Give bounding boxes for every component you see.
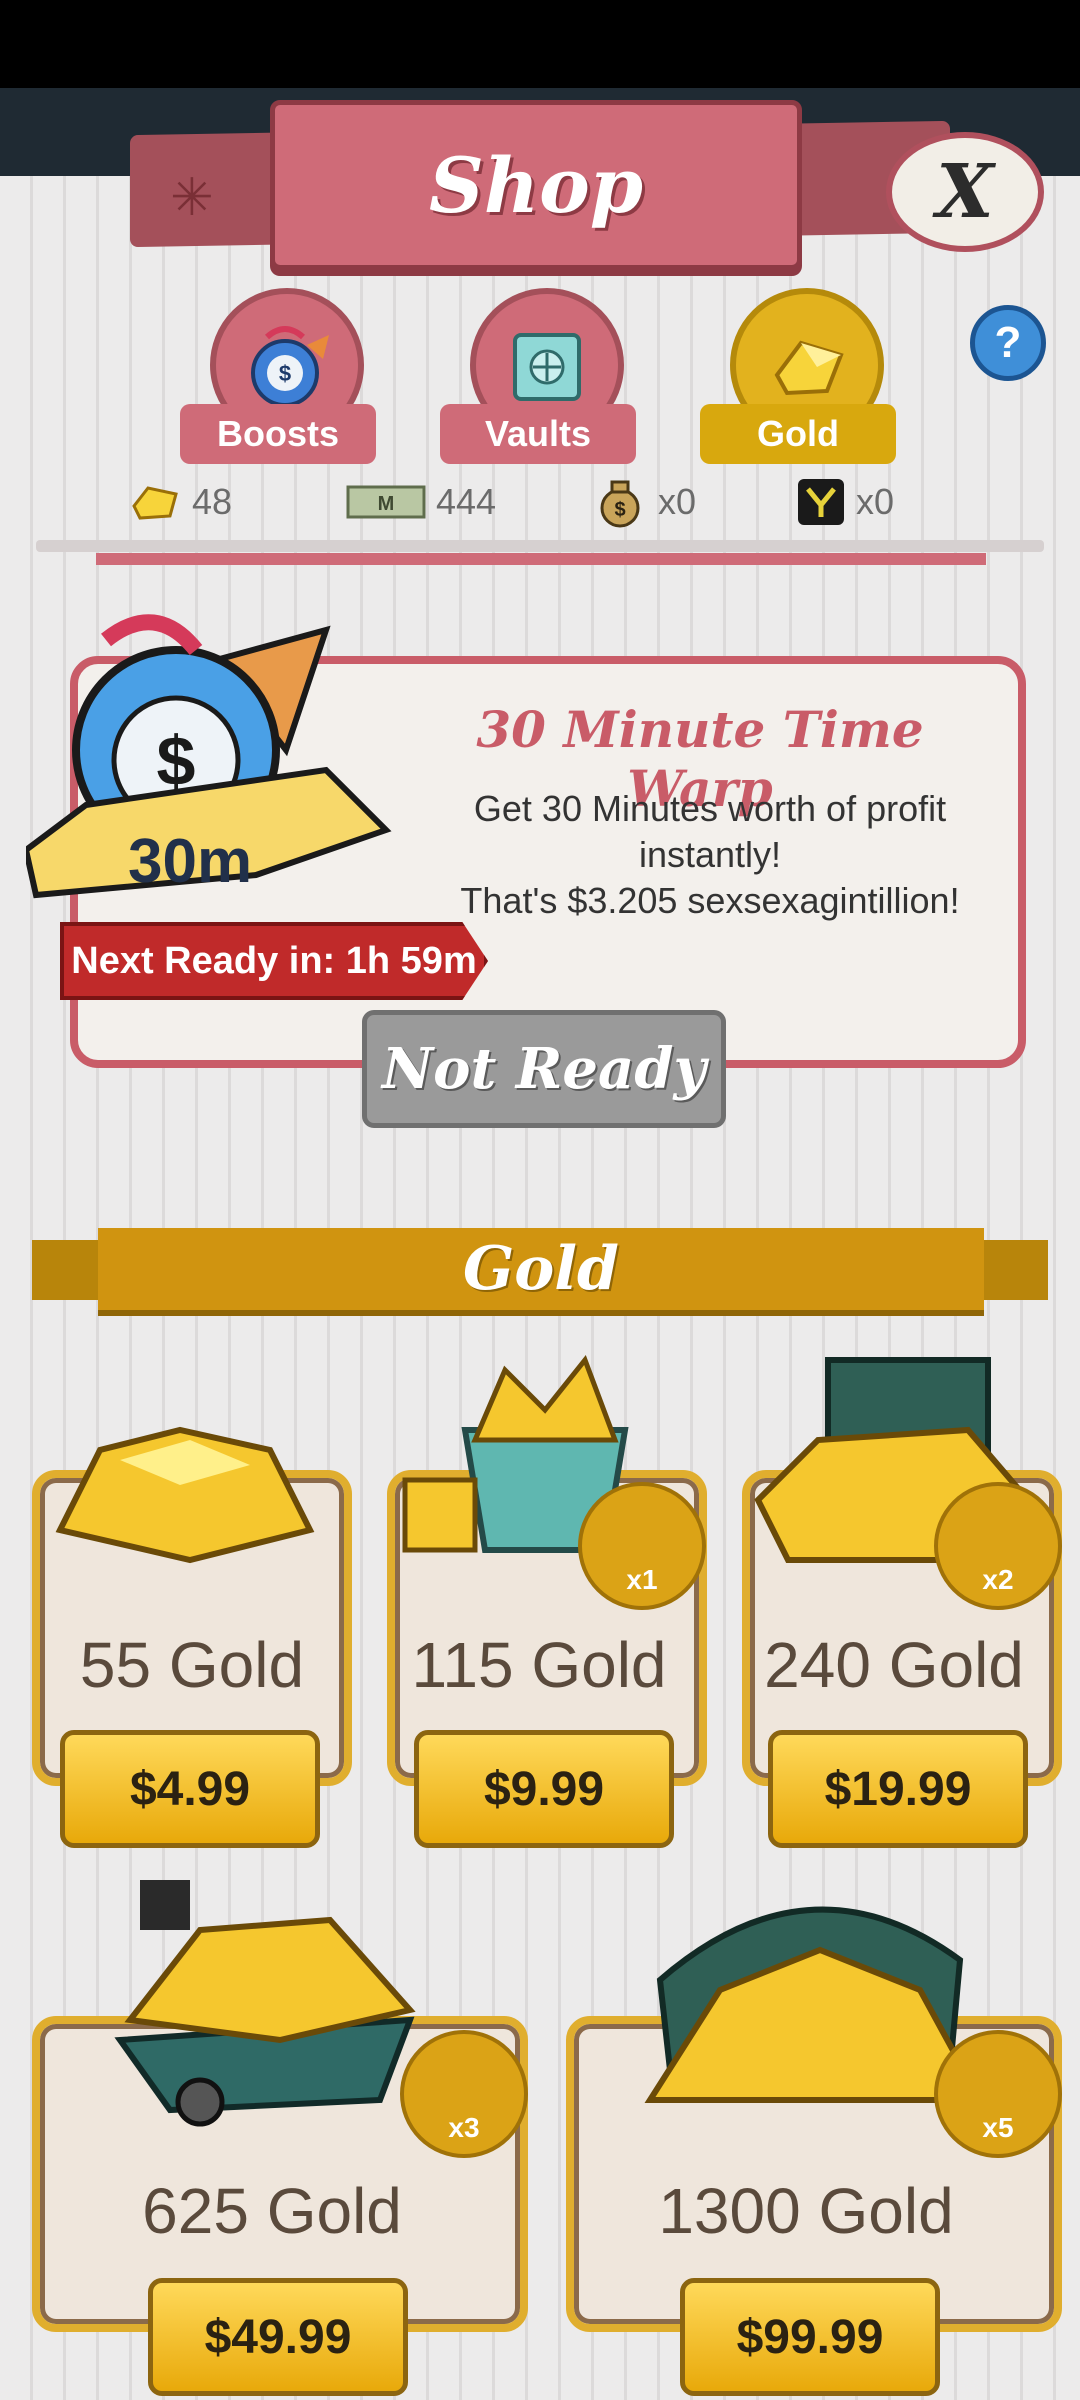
close-button[interactable]: X xyxy=(886,132,1044,252)
multiplier-badge: x1 xyxy=(578,1482,706,1610)
multiplier-label: x5 xyxy=(982,2112,1014,2143)
header-banner: Shop xyxy=(270,100,802,270)
status-bar xyxy=(0,0,1080,88)
time-warp-desc-line: instantly! xyxy=(638,834,782,875)
multiplier-label: x1 xyxy=(626,1564,658,1595)
divider-accent xyxy=(96,553,986,565)
currency-gold-value: 48 xyxy=(192,481,233,522)
next-ready-tag: Next Ready in: 1h 59m xyxy=(60,922,488,1000)
time-warp-desc-line: Get 30 Minutes worth of profit xyxy=(473,788,947,829)
buy-button[interactable]: $4.99 xyxy=(60,1730,320,1848)
gold-pack-name: 625 Gold xyxy=(142,2175,402,2247)
tab-vaults-label: Vaults xyxy=(440,404,636,464)
megabucks-icon: M xyxy=(346,483,426,521)
gold-pack-name: 115 Gold xyxy=(411,1629,667,1701)
multiplier-label: x3 xyxy=(448,2112,480,2143)
currency-moneybag: $ x0 xyxy=(592,472,696,532)
moneybag-icon: $ xyxy=(592,476,648,528)
currency-megabucks-value: 444 xyxy=(436,481,497,522)
tab-boosts[interactable]: $ Boosts xyxy=(180,288,380,464)
buy-button[interactable]: $99.99 xyxy=(680,2278,940,2396)
currency-yield: x0 xyxy=(796,472,894,532)
not-ready-button[interactable]: Not Ready xyxy=(362,1010,726,1128)
multiplier-badge: x2 xyxy=(934,1482,1062,1610)
gold-pack-name: 240 Gold xyxy=(764,1629,1024,1701)
gold-section-title: Gold xyxy=(98,1228,984,1316)
svg-text:M: M xyxy=(378,493,395,515)
time-warp-desc-line: That's $3.205 sexsexagintillion! xyxy=(460,880,960,921)
sparkle-icon: ✳ xyxy=(170,169,214,227)
yield-icon xyxy=(796,477,846,527)
tab-vaults[interactable]: Vaults xyxy=(440,288,640,464)
buy-button[interactable]: $49.99 xyxy=(148,2278,408,2396)
page-title: Shop xyxy=(429,140,643,230)
gold-icon xyxy=(130,482,182,522)
multiplier-badge: x3 xyxy=(400,2030,528,2158)
help-button[interactable]: ? xyxy=(970,305,1046,381)
svg-text:$: $ xyxy=(279,361,291,386)
currency-moneybag-value: x0 xyxy=(658,481,697,522)
currency-yield-value: x0 xyxy=(856,481,895,522)
buy-button[interactable]: $9.99 xyxy=(414,1730,674,1848)
multiplier-label: x2 xyxy=(982,1564,1014,1595)
currency-megabucks: M 444 xyxy=(346,472,496,532)
time-warp-badge: 30m xyxy=(128,827,253,896)
svg-text:$: $ xyxy=(614,499,625,521)
gold-pack-name: 55 Gold xyxy=(79,1629,305,1701)
tab-gold[interactable]: Gold xyxy=(700,288,900,464)
gold-pile-icon xyxy=(40,1370,330,1570)
currency-gold: 48 xyxy=(130,472,232,532)
buy-button[interactable]: $19.99 xyxy=(768,1730,1028,1848)
tab-boosts-label: Boosts xyxy=(180,404,376,464)
tab-gold-label: Gold xyxy=(700,404,896,464)
divider xyxy=(36,540,1044,552)
multiplier-badge: x5 xyxy=(934,2030,1062,2158)
gold-pack-name: 1300 Gold xyxy=(658,2175,954,2247)
time-warp-description: Get 30 Minutes worth of profit instantly… xyxy=(440,786,980,924)
